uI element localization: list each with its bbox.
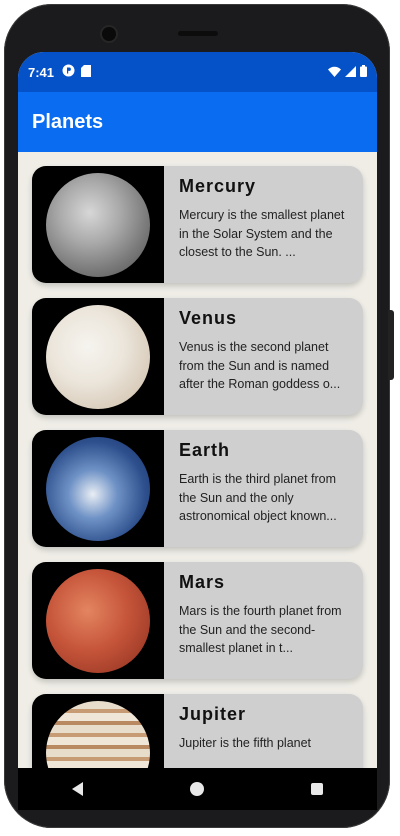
planet-description: Mercury is the smallest planet in the So… (179, 208, 345, 259)
page-title: Planets (32, 110, 104, 133)
power-button (388, 310, 394, 380)
planet-card-mars[interactable]: Mars Mars is the fourth planet from the … (32, 562, 363, 679)
wifi-icon (328, 65, 341, 80)
planet-image-mars (32, 562, 164, 679)
planet-name: Mercury (179, 176, 257, 196)
home-icon[interactable] (189, 782, 204, 796)
earpiece-speaker (178, 31, 218, 36)
screen: 7:41 Planets Mercury Mercury is the smal… (18, 52, 377, 798)
planet-name: Jupiter (179, 704, 247, 724)
planet-description: Earth is the third planet from the Sun a… (179, 472, 337, 523)
planet-image-mercury (32, 166, 164, 283)
planet-name: Venus (179, 308, 238, 328)
recents-icon[interactable] (311, 783, 324, 795)
planet-description: Mars is the fourth planet from the Sun a… (179, 604, 342, 655)
signal-icon (345, 65, 356, 80)
planet-name: Mars (179, 572, 226, 592)
sd-card-icon (81, 64, 92, 80)
battery-icon (360, 64, 367, 80)
planet-image-earth (32, 430, 164, 547)
planet-list[interactable]: Mercury Mercury is the smallest planet i… (18, 152, 377, 798)
app-bar: Planets (18, 92, 377, 152)
circle-p-icon (62, 64, 75, 80)
planet-description: Jupiter is the fifth planet (179, 736, 312, 750)
planet-card-venus[interactable]: Venus Venus is the second planet from th… (32, 298, 363, 415)
planet-card-mercury[interactable]: Mercury Mercury is the smallest planet i… (32, 166, 363, 283)
camera-icon (102, 27, 116, 41)
planet-name: Earth (179, 440, 231, 460)
navigation-bar (18, 768, 377, 810)
status-time: 7:41 (28, 64, 55, 80)
planet-description: Venus is the second planet from the Sun … (179, 340, 341, 391)
status-bar: 7:41 (18, 52, 377, 92)
planet-image-venus (32, 298, 164, 415)
back-icon[interactable] (71, 782, 83, 796)
planet-card-earth[interactable]: Earth Earth is the third planet from the… (32, 430, 363, 547)
